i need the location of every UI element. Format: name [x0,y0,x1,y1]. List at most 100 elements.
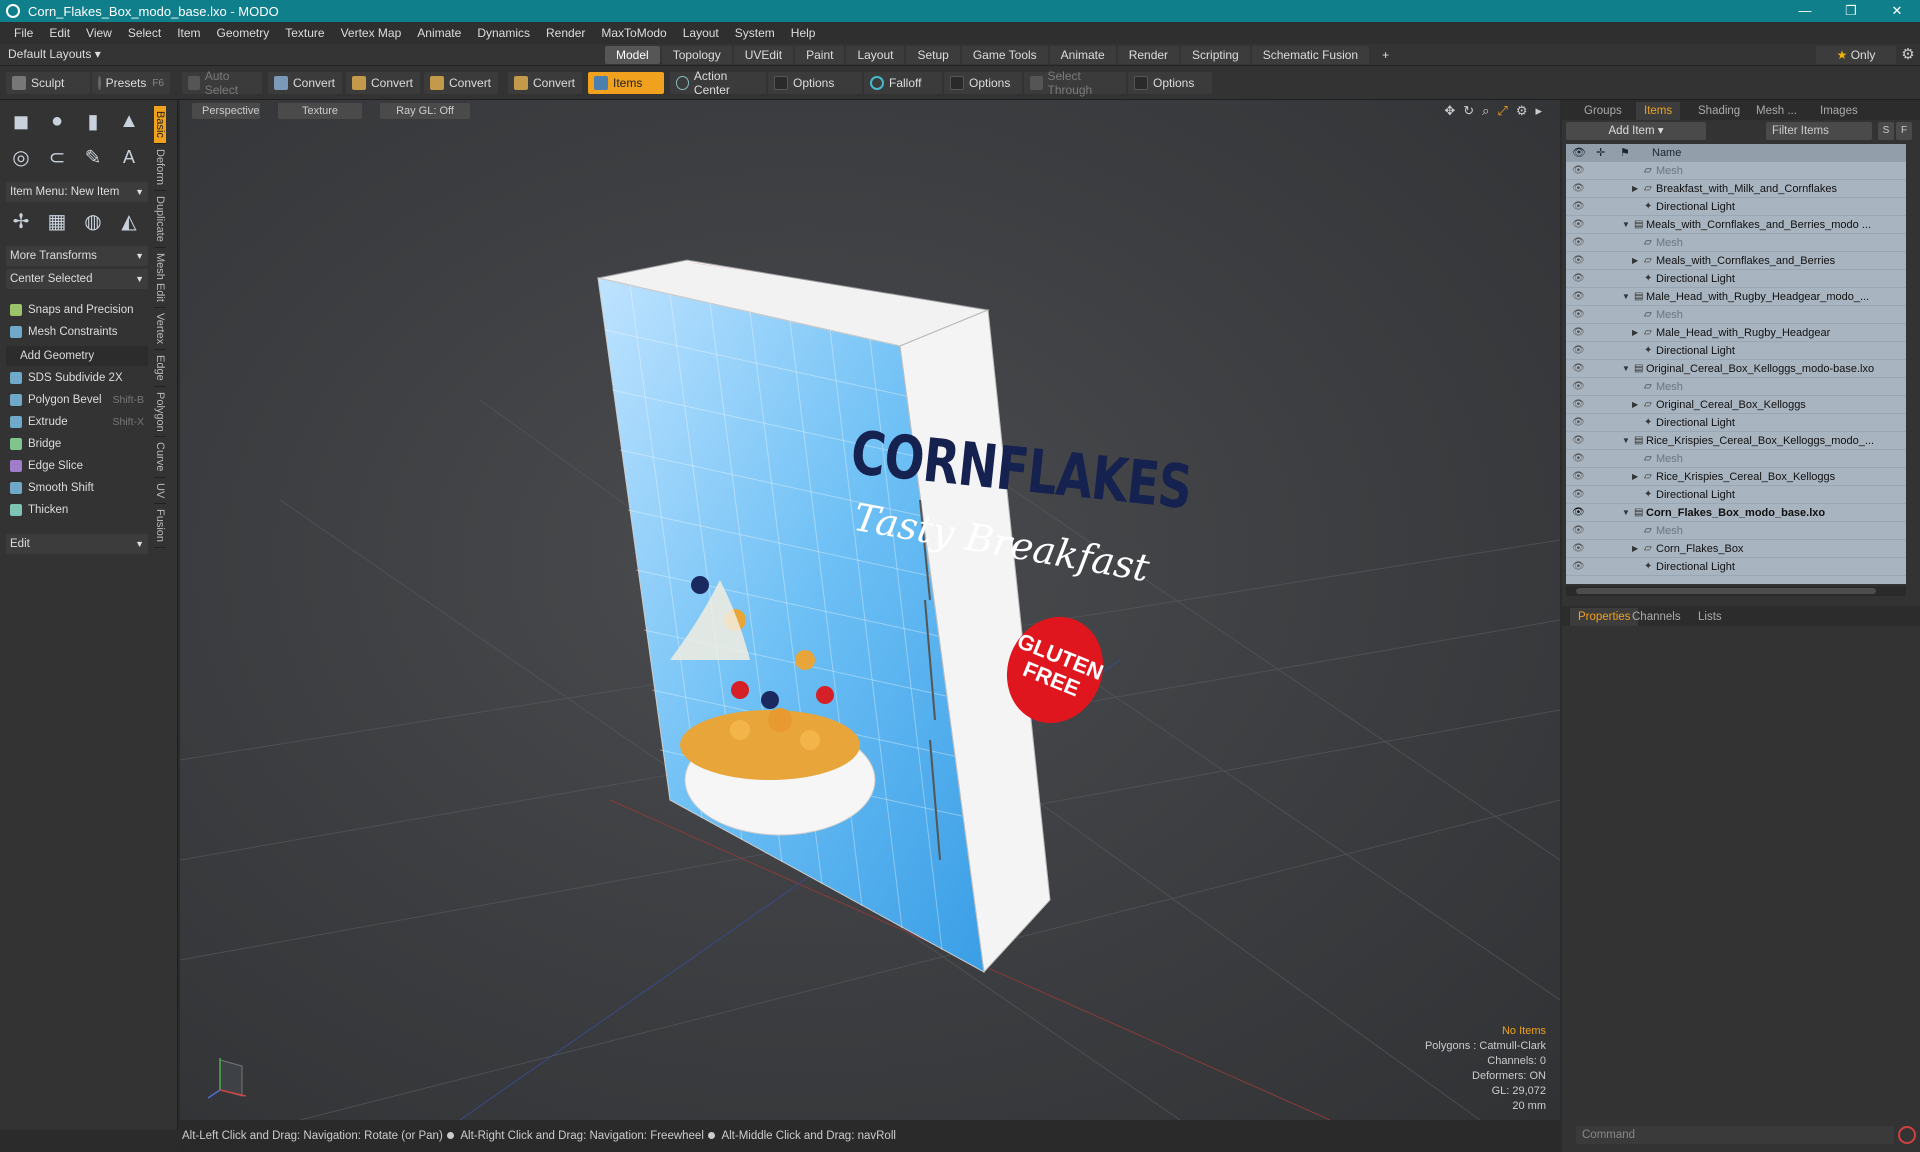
list-item[interactable]: 👁 ▶ ▱ Rice_Krispies_Cereal_Box_Kelloggs [1566,468,1906,486]
menu-dynamics[interactable]: Dynamics [469,26,538,40]
convert-button-4[interactable]: Convert [508,72,582,94]
list-item[interactable]: 👁 ▱ Mesh [1566,306,1906,324]
default-layouts-dropdown[interactable]: Default Layouts ▾ [8,47,101,61]
visibility-eye-icon[interactable]: 👁 [1572,414,1585,432]
menu-help[interactable]: Help [783,26,824,40]
side-tab-edge[interactable]: Edge [154,350,166,387]
mesh-constraints-button[interactable]: Mesh Constraints [6,322,148,342]
sphere-icon[interactable]: ● [42,106,72,136]
tab-topology[interactable]: Topology [661,46,732,64]
tab-images[interactable]: Images [1812,102,1866,120]
thicken-button[interactable]: Thicken [6,500,148,520]
add-item-dropdown[interactable]: Add Item ▾ [1566,122,1706,140]
menu-texture[interactable]: Texture [277,26,332,40]
auto-select-button[interactable]: Auto Select [182,69,262,97]
menu-geometry[interactable]: Geometry [209,26,278,40]
tab-model[interactable]: Model [605,46,660,64]
tab-shading[interactable]: Shading [1690,102,1748,120]
menu-vertex-map[interactable]: Vertex Map [333,26,410,40]
minimize-button[interactable]: — [1782,0,1828,22]
falloff-options-button[interactable]: Options [944,72,1022,94]
visibility-eye-icon[interactable]: 👁 [1572,486,1585,504]
command-record-icon[interactable] [1898,1126,1916,1144]
visibility-eye-icon[interactable]: 👁 [1572,198,1585,216]
list-item[interactable]: 👁 ✦ Directional Light [1566,558,1906,576]
tab-setup[interactable]: Setup [906,46,960,64]
list-item[interactable]: 👁 ▼ ▤ Meals_with_Cornflakes_and_Berries_mod… [1566,216,1906,234]
list-item[interactable]: 👁 ▶ ▱ Breakfast_with_Milk_and_Cornflakes [1566,180,1906,198]
pen-icon[interactable]: ✎ [78,142,108,172]
add-geometry-section[interactable]: Add Geometry [6,346,148,366]
list-item[interactable]: 👁 ▼ ▤ Rice_Krispies_Cereal_Box_Kelloggs_mod… [1566,432,1906,450]
filter-items-input[interactable]: Filter Items [1766,122,1872,140]
list-item[interactable]: 👁 ✦ Directional Light [1566,270,1906,288]
convert-button-1[interactable]: Convert [268,72,342,94]
texture-dropdown[interactable]: Texture [278,103,362,119]
expand-down-icon[interactable]: ▼ [1622,504,1630,522]
item-list[interactable]: 👁 ✛ ⚑ Name 👁 ▱ Mesh 👁 ▶ ▱ Breakfast_with_Milk_… [1566,144,1906,584]
polygon-bevel-button[interactable]: Polygon Bevel Shift-B [6,390,148,410]
tab-render[interactable]: Render [1117,46,1180,64]
list-item[interactable]: 👁 ▱ Mesh [1566,162,1906,180]
center-selected-dropdown[interactable]: Center Selected ▼ [6,269,148,289]
select-through-button[interactable]: Select Through [1024,69,1126,97]
menu-layout[interactable]: Layout [675,26,727,40]
list-item[interactable]: 👁 ▱ Mesh [1566,522,1906,540]
list-item[interactable]: 👁 ▱ Mesh [1566,450,1906,468]
cone-icon[interactable]: ▲ [114,106,144,136]
list-item[interactable]: 👁 ✦ Directional Light [1566,486,1906,504]
filter-f-button[interactable]: F [1896,122,1912,140]
tab-mesh[interactable]: Mesh ... [1748,102,1805,120]
pyramid-icon[interactable]: ◭ [114,206,144,236]
more-transforms-dropdown[interactable]: More Transforms ▼ [6,246,148,266]
action-center-button[interactable]: Action Center [670,69,766,97]
visibility-eye-icon[interactable]: 👁 [1572,558,1585,576]
visibility-eye-icon[interactable]: 👁 [1572,306,1585,324]
zoom-icon[interactable]: ⌕ [1482,103,1489,119]
presets-button[interactable]: Presets F6 [92,72,170,94]
item-menu-dropdown[interactable]: Item Menu: New Item ▼ [6,182,148,202]
visibility-eye-icon[interactable]: 👁 [1572,522,1585,540]
tab-items[interactable]: Items [1636,102,1681,120]
side-tab-curve[interactable]: Curve [154,437,166,478]
snaps-precision-button[interactable]: Snaps and Precision [6,300,148,320]
tab-lists[interactable]: Lists [1690,608,1730,626]
cylinder-icon[interactable]: ▮ [78,106,108,136]
grid-icon[interactable]: ▦ [42,206,72,236]
select-options-button[interactable]: Options [1128,72,1212,94]
tab-animate[interactable]: Animate [1049,46,1116,64]
list-item[interactable]: 👁 ▱ Mesh [1566,378,1906,396]
side-tab-polygon[interactable]: Polygon [154,387,166,438]
tab-groups[interactable]: Groups [1576,102,1630,120]
visibility-eye-icon[interactable]: 👁 [1572,504,1585,522]
list-item[interactable]: 👁 ▼ ▤ Original_Cereal_Box_Kelloggs_modo-bas… [1566,360,1906,378]
visibility-eye-icon[interactable]: 👁 [1572,324,1585,342]
convert-button-2[interactable]: Convert [346,72,420,94]
tab-game-tools[interactable]: Game Tools [961,46,1048,64]
visibility-eye-icon[interactable]: 👁 [1572,342,1585,360]
menu-render[interactable]: Render [538,26,593,40]
menu-select[interactable]: Select [120,26,169,40]
fit-icon[interactable]: ⤢ [1497,103,1507,119]
expand-down-icon[interactable]: ▼ [1622,360,1630,378]
sculpt-button[interactable]: Sculpt [6,72,90,94]
falloff-button[interactable]: Falloff [864,72,942,94]
sds-subdivide-button[interactable]: SDS Subdivide 2X [6,368,148,388]
raygl-toggle[interactable]: Ray GL: Off [380,103,470,119]
pan-icon[interactable]: ✥ [1444,103,1455,119]
side-tab-deform[interactable]: Deform [154,144,166,191]
capsule-icon[interactable]: ⊂ [42,142,72,172]
list-item[interactable]: 👁 ▶ ▱ Corn_Flakes_Box [1566,540,1906,558]
visibility-eye-icon[interactable]: 👁 [1572,180,1585,198]
3d-viewport[interactable]: CORNFLAKES Tasty Breakfast GLUTEN FREE P… [180,100,1560,1120]
list-item[interactable]: 👁 ▼ ▤ Male_Head_with_Rugby_Headgear_modo_..… [1566,288,1906,306]
close-button[interactable]: ✕ [1874,0,1920,22]
list-item[interactable]: 👁 ✦ Directional Light [1566,198,1906,216]
smooth-shift-button[interactable]: Smooth Shift [6,478,148,498]
menu-animate[interactable]: Animate [409,26,469,40]
visibility-eye-icon[interactable]: 👁 [1572,252,1585,270]
cube-icon[interactable]: ◼ [6,106,36,136]
visibility-eye-icon[interactable]: 👁 [1572,288,1585,306]
menu-view[interactable]: View [78,26,120,40]
expand-down-icon[interactable]: ▼ [1622,432,1630,450]
